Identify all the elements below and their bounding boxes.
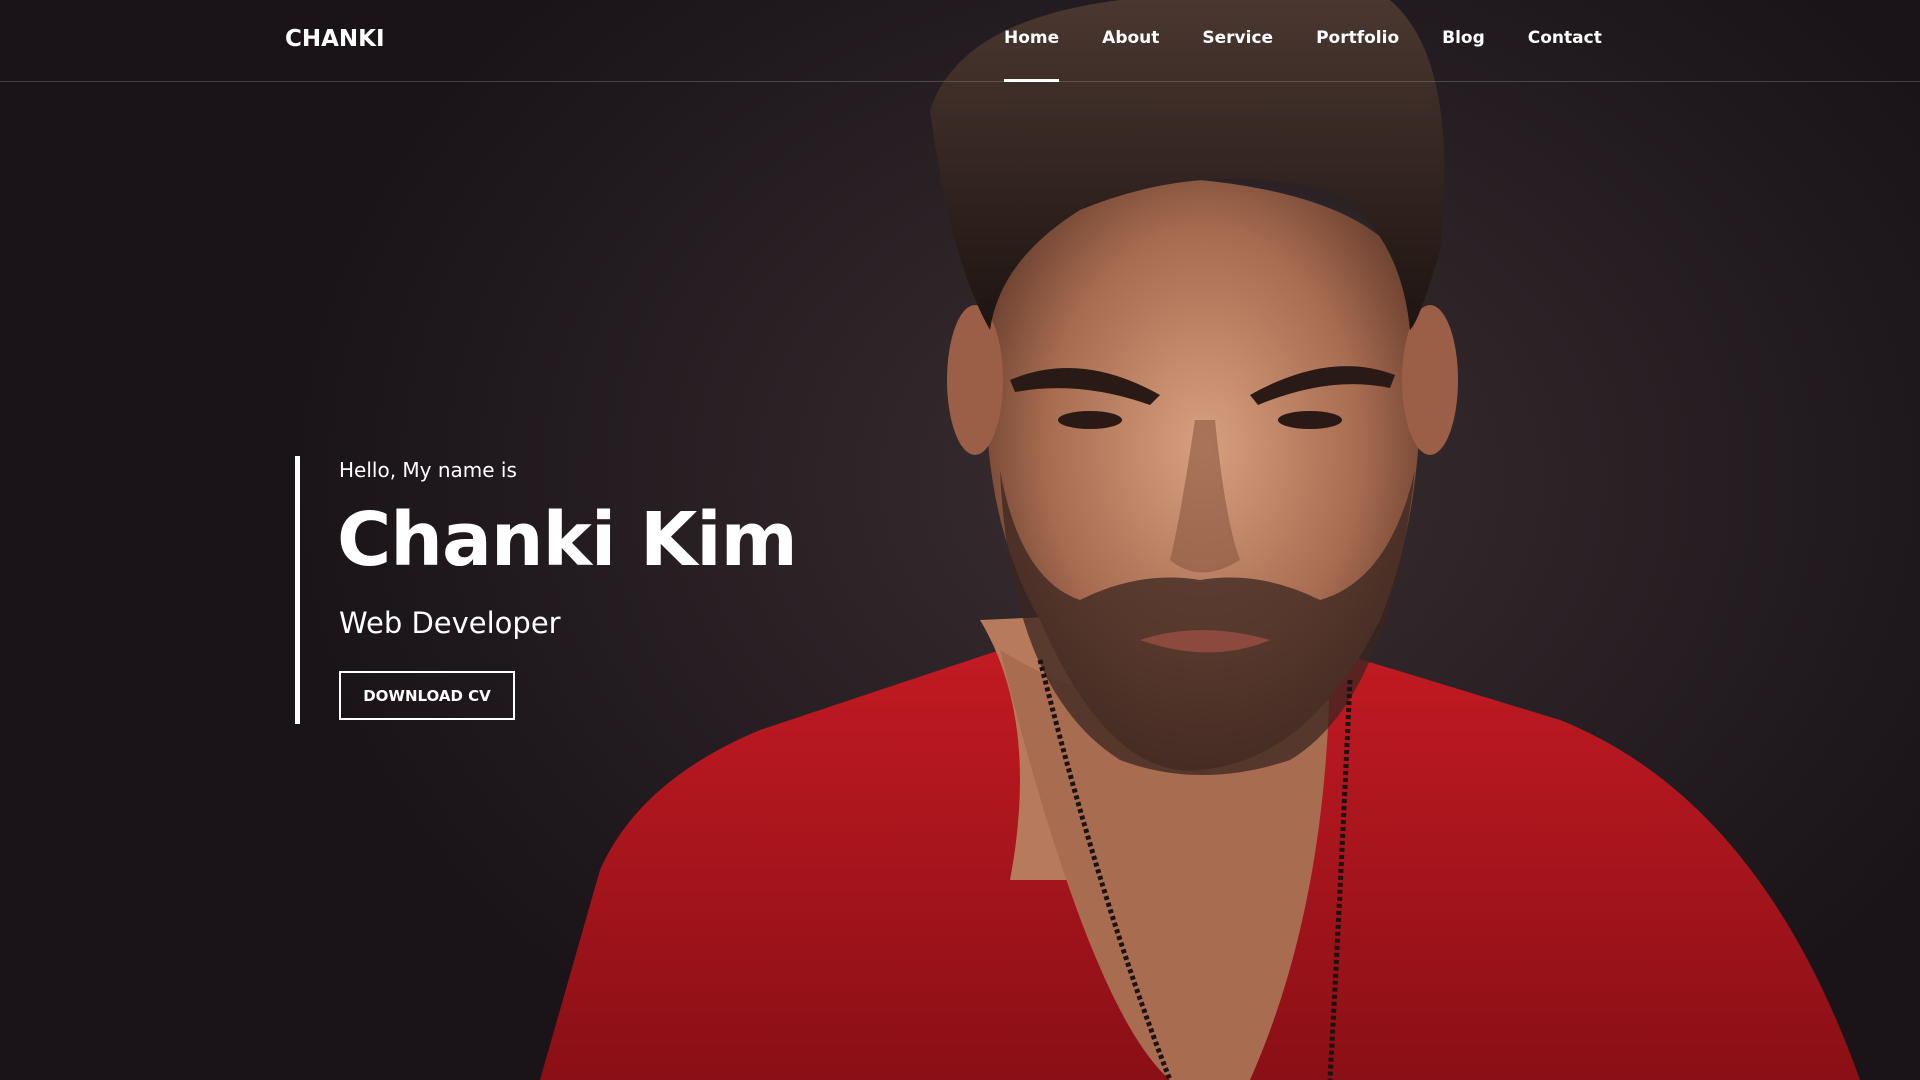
hero-greeting: Hello, My name is [339,458,517,482]
main-nav: Home About Service Portfolio Blog Contac… [1004,28,1645,82]
nav-item-portfolio[interactable]: Portfolio [1316,28,1399,81]
nav-item-contact[interactable]: Contact [1528,28,1602,81]
site-header: CHANKI Home About Service Portfolio Blog… [0,0,1920,82]
download-cv-button[interactable]: DOWNLOAD CV [339,671,515,720]
nav-item-home[interactable]: Home [1004,28,1060,82]
hero-name: Chanki Kim [337,497,798,583]
hero-intro: Hello, My name is Chanki Kim Web Develop… [295,456,900,724]
nav-item-about[interactable]: About [1102,28,1159,81]
hero-role: Web Developer [339,606,561,640]
nav-item-service[interactable]: Service [1202,28,1273,81]
hero-portrait-image [540,0,1860,1080]
site-logo[interactable]: CHANKI [285,26,385,52]
nav-item-blog[interactable]: Blog [1442,28,1485,81]
